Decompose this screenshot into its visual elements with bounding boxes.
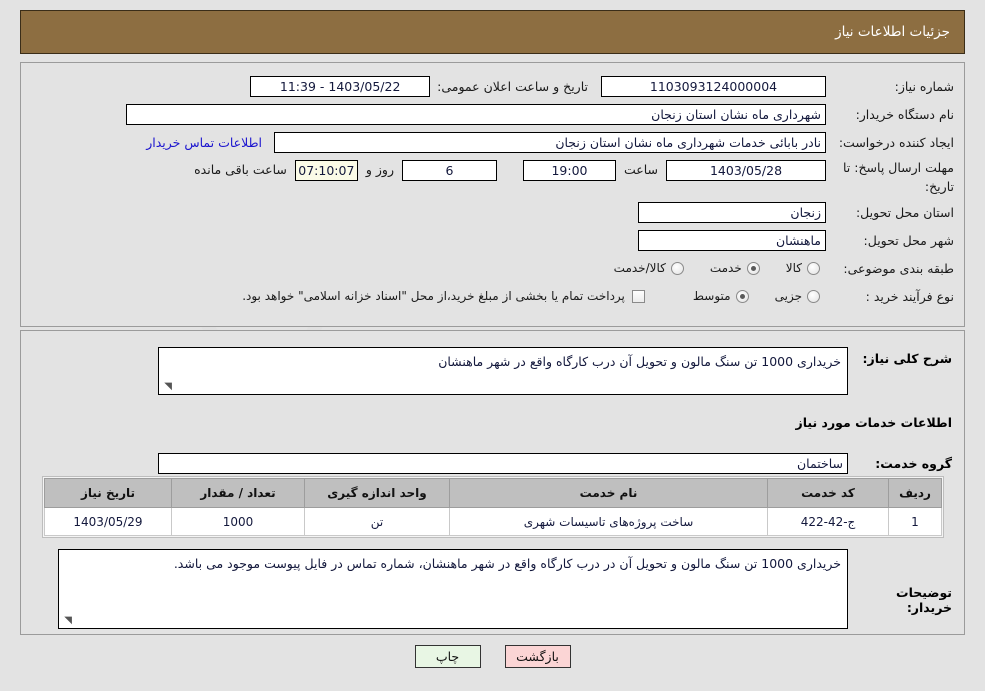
services-section-heading: اطلاعات خدمات مورد نیاز [795, 415, 953, 430]
services-table: ردیف کد خدمت نام خدمت واحد اندازه گیری ت… [44, 478, 942, 536]
row-service-group: گروه خدمت: ساختمان [158, 453, 952, 474]
buyer-org-value: شهرداری ماه نشان استان زنجان [126, 103, 826, 125]
hour-label: ساعت [623, 162, 658, 177]
requester-value: نادر بابائی خدمات شهرداری ماه نشان استان… [274, 131, 826, 153]
row-buyer-notes: توضیحات خریدار: خریداری 1000 تن سنگ مالو… [58, 549, 952, 629]
page-title-bar: جزئیات اطلاعات نیاز [20, 10, 965, 54]
table-row: 1 ج-42-422 ساخت پروژه‌های تاسیسات شهری ت… [44, 507, 942, 536]
province-value: زنجان [638, 201, 826, 223]
row-deadline: مهلت ارسال پاسخ: تا تاریخ: 1403/05/28 سا… [194, 159, 954, 199]
row-announce-datetime: تاریخ و ساعت اعلان عمومی: 1403/05/22 - 1… [250, 75, 588, 97]
print-button[interactable]: چاپ [414, 645, 481, 668]
category-radio-group: کالا خدمت کالا/خدمت [588, 261, 820, 275]
summary-textarea[interactable]: خریداری 1000 تن سنگ مالون و تحویل آن درب… [158, 347, 848, 395]
deadline-date-value: 1403/05/28 [666, 160, 826, 181]
radio-khedmat-icon[interactable] [746, 261, 760, 275]
cell-radif: 1 [888, 507, 942, 536]
need-number-value: 1103093124000004 [601, 75, 826, 97]
row-category: طبقه بندی موضوعی: کالا خدمت کالا/خدمت [588, 257, 954, 279]
service-group-value: ساختمان [158, 453, 848, 474]
cell-unit: تن [304, 507, 450, 536]
resize-grip-icon-2[interactable]: ◥ [62, 616, 72, 626]
row-city: شهر محل تحویل: ماهنشان [638, 229, 954, 251]
announce-value: 1403/05/22 - 11:39 [250, 75, 431, 97]
hours-remaining-value: 07:10:07 [294, 160, 358, 181]
process-radio-group: جزیی متوسط [667, 289, 820, 303]
remaining-label: ساعت باقی مانده [194, 162, 287, 177]
radio-option-khedmat[interactable]: خدمت [710, 261, 760, 275]
action-button-bar: بازگشت چاپ [0, 645, 985, 668]
buyer-notes-text: خریداری 1000 تن سنگ مالون و تحویل آن در … [173, 556, 841, 571]
treasury-note-label: پرداخت تمام یا بخشی از مبلغ خرید،از محل … [242, 289, 625, 303]
radio-jozee-label: جزیی [774, 289, 802, 303]
th-qty: تعداد / مقدار [171, 478, 305, 508]
city-value: ماهنشان [638, 229, 826, 251]
deadline-time-value: 19:00 [522, 160, 616, 181]
announce-label: تاریخ و ساعت اعلان عمومی: [437, 78, 588, 94]
treasury-checkbox-group[interactable]: پرداخت تمام یا بخشی از مبلغ خرید،از محل … [242, 289, 645, 303]
radio-option-motevaset[interactable]: متوسط [693, 289, 749, 303]
requester-label: ایجاد کننده درخواست: [838, 134, 954, 150]
buyer-org-label: نام دستگاه خریدار: [855, 106, 954, 122]
radio-option-kala[interactable]: کالا [786, 261, 820, 275]
radio-kala-icon[interactable] [807, 261, 820, 275]
days-remaining-value: 6 [401, 160, 497, 181]
th-code: کد خدمت [767, 478, 889, 508]
buyer-contact-link[interactable]: اطلاعات تماس خریدار [146, 135, 262, 150]
row-province: استان محل تحویل: زنجان [638, 201, 954, 223]
days-label: روز و [365, 162, 394, 177]
radio-jozee-icon[interactable] [807, 289, 820, 303]
summary-text: خریداری 1000 تن سنگ مالون و تحویل آن درب… [438, 354, 841, 369]
cell-qty: 1000 [171, 507, 305, 536]
cell-code: ج-42-422 [767, 507, 889, 536]
deadline-label: مهلت ارسال پاسخ: تا تاریخ: [843, 160, 954, 194]
radio-option-kala-khedmat[interactable]: کالا/خدمت [614, 261, 684, 275]
need-summary-panel: شماره نیاز: 1103093124000004 تاریخ و ساع… [20, 62, 965, 327]
th-name: نام خدمت [449, 478, 768, 508]
radio-khedmat-label: خدمت [709, 261, 742, 275]
province-label: استان محل تحویل: [855, 204, 954, 220]
radio-kala-khedmat-icon[interactable] [670, 261, 684, 275]
radio-motevaset-icon[interactable] [735, 289, 749, 303]
category-label: طبقه بندی موضوعی: [843, 260, 954, 276]
row-need-number: شماره نیاز: 1103093124000004 [601, 75, 954, 97]
cell-name: ساخت پروژه‌های تاسیسات شهری [449, 507, 768, 536]
page-title: جزئیات اطلاعات نیاز [835, 24, 950, 40]
radio-option-jozee[interactable]: جزیی [775, 289, 820, 303]
services-table-container: ردیف کد خدمت نام خدمت واحد اندازه گیری ت… [42, 476, 944, 538]
radio-motevaset-label: متوسط [692, 289, 731, 303]
city-label: شهر محل تحویل: [863, 232, 954, 248]
buyer-notes-textarea[interactable]: خریداری 1000 تن سنگ مالون و تحویل آن در … [58, 549, 848, 629]
row-process-type: نوع فرآیند خرید : جزیی متوسط پرداخت تمام… [242, 285, 954, 307]
need-number-label: شماره نیاز: [894, 78, 954, 94]
back-button[interactable]: بازگشت [504, 645, 571, 668]
th-unit: واحد اندازه گیری [304, 478, 450, 508]
th-radif: ردیف [888, 478, 942, 508]
treasury-checkbox-icon[interactable] [631, 289, 645, 303]
row-buyer-org: نام دستگاه خریدار: شهرداری ماه نشان استا… [126, 103, 954, 125]
table-header-row: ردیف کد خدمت نام خدمت واحد اندازه گیری ت… [44, 478, 942, 508]
buyer-notes-label: توضیحات خریدار: [896, 585, 952, 615]
th-date: تاریخ نیاز [44, 478, 172, 508]
row-requester: ایجاد کننده درخواست: نادر بابائی خدمات ش… [146, 131, 954, 153]
row-summary: شرح کلی نیاز: خریداری 1000 تن سنگ مالون … [158, 347, 952, 395]
cell-date: 1403/05/29 [44, 507, 172, 536]
resize-grip-icon[interactable]: ◥ [162, 382, 172, 392]
service-group-label: گروه خدمت: [875, 456, 952, 471]
process-label: نوع فرآیند خرید : [865, 288, 954, 304]
summary-label: شرح کلی نیاز: [862, 351, 952, 366]
radio-kala-label: کالا [785, 261, 802, 275]
radio-kala-khedmat-label: کالا/خدمت [613, 261, 666, 275]
